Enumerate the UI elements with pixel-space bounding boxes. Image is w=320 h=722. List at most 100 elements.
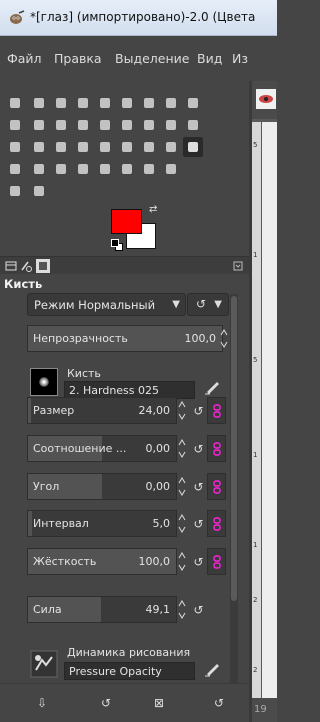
reset-icon[interactable]: ↺ (190, 601, 207, 618)
mode-reset-combo[interactable]: ↺ ▼ (187, 293, 229, 316)
by-color-select-icon[interactable] (95, 93, 115, 113)
rotate-icon[interactable] (139, 115, 159, 135)
flip-icon[interactable] (5, 137, 25, 157)
reset-options-icon[interactable]: ↺ (211, 696, 227, 712)
move-icon[interactable] (51, 115, 71, 135)
undo-history-tab-icon[interactable] (36, 259, 50, 273)
brush-preview[interactable] (30, 368, 58, 396)
dynamics-name[interactable]: Pressure Opacity (64, 662, 195, 680)
spin-buttons[interactable] (177, 596, 187, 623)
reset-icon[interactable]: ↺ (190, 515, 207, 532)
gradient-icon[interactable] (139, 137, 159, 157)
menu-view[interactable]: Вид (197, 51, 222, 66)
slider-5[interactable]: Сила 49,1 (27, 596, 177, 623)
airbrush-icon[interactable] (29, 159, 49, 179)
brush-label: Кисть (67, 367, 101, 380)
paths-icon[interactable] (161, 93, 181, 113)
tool-options-tab-icon[interactable] (4, 259, 18, 273)
link-icon[interactable] (207, 435, 226, 462)
unified-transform-icon[interactable] (117, 115, 137, 135)
brush-selector-row: Кисть 2. Hardness 025 (27, 366, 238, 400)
clone-icon[interactable] (95, 159, 115, 179)
slider-fill (28, 511, 33, 536)
reset-icon[interactable]: ↺ (190, 440, 207, 457)
device-status-tab-icon[interactable] (19, 259, 33, 273)
spin-buttons[interactable] (177, 435, 187, 462)
ruler-label: 1 (253, 451, 258, 459)
ink-icon[interactable] (51, 159, 71, 179)
mypaint-brush-icon[interactable] (73, 159, 93, 179)
menu-select[interactable]: Выделение (115, 51, 189, 66)
slider-fill (28, 398, 31, 423)
foreground-select-icon[interactable] (139, 93, 159, 113)
smudge-icon[interactable] (5, 181, 25, 201)
slider-4[interactable]: Жёсткость 100,0 (27, 548, 177, 575)
slider-3[interactable]: Интервал 5,0 (27, 510, 177, 537)
link-icon[interactable] (207, 397, 226, 424)
link-icon[interactable] (207, 548, 226, 575)
menu-file[interactable]: Файл (7, 51, 42, 66)
bucket-fill-icon[interactable] (117, 137, 137, 157)
menu-image[interactable]: Из (232, 51, 248, 66)
opacity-spin-buttons[interactable] (219, 325, 229, 352)
edit-brush-icon[interactable] (204, 379, 222, 395)
default-colors-icon[interactable] (111, 239, 119, 247)
panel-scrollbar-thumb[interactable] (231, 296, 237, 601)
slider-0[interactable]: Размер 24,00 (27, 397, 177, 424)
menu-bar: Файл Правка Выделение Вид Из (0, 37, 277, 81)
image-thumbnail-icon[interactable] (256, 89, 276, 109)
shear-icon[interactable] (161, 115, 181, 135)
rect-select-icon[interactable] (5, 93, 25, 113)
window-title: *[глаз] (импортировано)-2.0 (Цвета (30, 10, 256, 24)
handle-transform-icon[interactable] (73, 137, 93, 157)
lasso-icon[interactable] (51, 93, 71, 113)
blur-icon[interactable] (161, 159, 181, 179)
ellipse-select-icon[interactable] (29, 93, 49, 113)
eraser-icon[interactable] (5, 159, 25, 179)
paintbrush-icon[interactable] (183, 137, 203, 157)
configure-tab-icon[interactable] (231, 259, 245, 273)
delete-preset-icon[interactable]: ⊠ (151, 696, 167, 712)
mode-combo[interactable]: Режим Нормальный ▼ (27, 293, 186, 316)
crop-icon[interactable] (95, 115, 115, 135)
spin-buttons[interactable] (177, 397, 187, 424)
perspective-icon[interactable] (183, 115, 203, 135)
menu-edit[interactable]: Правка (54, 51, 102, 66)
opacity-slider[interactable]: Непрозрачность 100,0 (27, 325, 223, 352)
dodge-burn-icon[interactable] (29, 181, 49, 201)
link-icon[interactable] (207, 510, 226, 537)
color-picker-icon[interactable] (183, 93, 203, 113)
slider-1[interactable]: Соотношение ... 0,00 (27, 435, 177, 462)
slider-2[interactable]: Угол 0,00 (27, 473, 177, 500)
panel-scrollbar[interactable] (230, 294, 238, 684)
reset-icon[interactable]: ↺ (190, 478, 207, 495)
spin-buttons[interactable] (177, 548, 187, 575)
fuzzy-select-icon[interactable] (73, 93, 93, 113)
warp-icon[interactable] (51, 137, 71, 157)
restore-preset-icon[interactable]: ↺ (98, 696, 114, 712)
zoom-icon[interactable] (5, 115, 25, 135)
spin-buttons[interactable] (177, 510, 187, 537)
swap-colors-icon[interactable]: ⇄ (149, 204, 161, 216)
spin-buttons[interactable] (177, 473, 187, 500)
slider-label: Размер (33, 404, 75, 417)
scissors-icon[interactable] (117, 93, 137, 113)
slider-value: 0,00 (145, 480, 171, 493)
measure-icon[interactable] (29, 115, 49, 135)
slider-value: 0,00 (145, 442, 171, 455)
heal-icon[interactable] (117, 159, 137, 179)
image-canvas[interactable] (262, 122, 277, 713)
text-icon[interactable] (95, 137, 115, 157)
edit-dynamics-icon[interactable] (204, 661, 222, 677)
dynamics-icon[interactable] (30, 650, 58, 678)
link-icon[interactable] (207, 473, 226, 500)
cage-icon[interactable] (29, 137, 49, 157)
reset-icon[interactable]: ↺ (190, 553, 207, 570)
reset-icon[interactable]: ↺ (190, 402, 207, 419)
align-icon[interactable] (73, 115, 93, 135)
foreground-color[interactable] (111, 209, 142, 234)
perspective-clone-icon[interactable] (139, 159, 159, 179)
save-preset-icon[interactable]: ⇩ (34, 696, 50, 712)
slider-label: Интервал (33, 517, 89, 530)
pencil-icon[interactable] (161, 137, 181, 157)
